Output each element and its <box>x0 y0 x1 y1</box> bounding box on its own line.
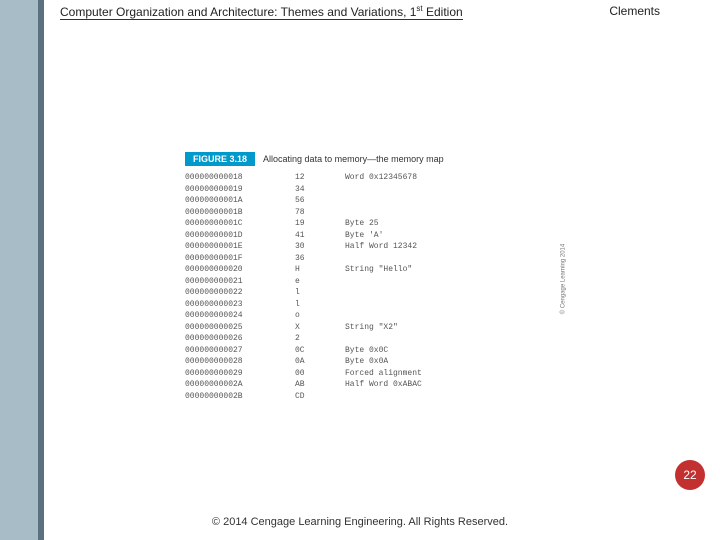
memory-row: 0000000000262 <box>185 333 555 345</box>
memory-value: 0A <box>295 356 345 368</box>
memory-description <box>345 310 555 322</box>
memory-value: 41 <box>295 230 345 242</box>
author-name: Clements <box>609 4 660 18</box>
memory-value: X <box>295 322 345 334</box>
title-part-b: Edition <box>423 5 463 19</box>
memory-description <box>345 207 555 219</box>
memory-row: 0000000000280AByte 0x0A <box>185 356 555 368</box>
memory-value: 36 <box>295 253 345 265</box>
memory-row: 00000000001812Word 0x12345678 <box>185 172 555 184</box>
memory-description <box>345 195 555 207</box>
memory-row: 00000000002BCD <box>185 391 555 403</box>
book-title: Computer Organization and Architecture: … <box>60 5 463 20</box>
memory-address: 000000000026 <box>185 333 295 345</box>
memory-value: 78 <box>295 207 345 219</box>
memory-address: 000000000027 <box>185 345 295 357</box>
memory-value: CD <box>295 391 345 403</box>
memory-value: H <box>295 264 345 276</box>
memory-row: 000000000023l <box>185 299 555 311</box>
memory-address: 000000000021 <box>185 276 295 288</box>
memory-description <box>345 391 555 403</box>
memory-description: Half Word 12342 <box>345 241 555 253</box>
figure-container: FIGURE 3.18 Allocating data to memory—th… <box>185 150 555 402</box>
memory-address: 00000000001C <box>185 218 295 230</box>
memory-row: 000000000021e <box>185 276 555 288</box>
memory-row: 00000000001A56 <box>185 195 555 207</box>
memory-description <box>345 333 555 345</box>
memory-row: 00000000001E30Half Word 12342 <box>185 241 555 253</box>
memory-value: 34 <box>295 184 345 196</box>
figure-credit: © Cengage Learning 2014 <box>560 244 566 314</box>
figure-header: FIGURE 3.18 Allocating data to memory—th… <box>185 150 555 168</box>
memory-description: String "X2" <box>345 322 555 334</box>
title-part-a: Computer Organization and Architecture: … <box>60 5 416 19</box>
memory-address: 000000000020 <box>185 264 295 276</box>
memory-description: String "Hello" <box>345 264 555 276</box>
memory-map-table: 00000000001812Word 0x1234567800000000001… <box>185 172 555 402</box>
memory-row: 0000000000270CByte 0x0C <box>185 345 555 357</box>
memory-description: Byte 'A' <box>345 230 555 242</box>
memory-address: 00000000001F <box>185 253 295 265</box>
figure-number-badge: FIGURE 3.18 <box>185 152 255 166</box>
memory-value: l <box>295 287 345 299</box>
memory-value: AB <box>295 379 345 391</box>
memory-address: 000000000024 <box>185 310 295 322</box>
memory-description: Forced alignment <box>345 368 555 380</box>
memory-row: 000000000022l <box>185 287 555 299</box>
memory-description <box>345 287 555 299</box>
slide-header: Computer Organization and Architecture: … <box>60 4 690 19</box>
memory-address: 00000000002A <box>185 379 295 391</box>
memory-row: 00000000001934 <box>185 184 555 196</box>
memory-address: 000000000018 <box>185 172 295 184</box>
memory-value: 19 <box>295 218 345 230</box>
figure-caption: Allocating data to memory—the memory map <box>263 154 444 164</box>
memory-address: 00000000001E <box>185 241 295 253</box>
memory-value: 56 <box>295 195 345 207</box>
memory-value: o <box>295 310 345 322</box>
memory-description <box>345 184 555 196</box>
memory-row: 00000000002AABHalf Word 0xABAC <box>185 379 555 391</box>
memory-row: 000000000020HString "Hello" <box>185 264 555 276</box>
memory-address: 00000000002B <box>185 391 295 403</box>
memory-description <box>345 253 555 265</box>
memory-address: 000000000019 <box>185 184 295 196</box>
memory-value: 30 <box>295 241 345 253</box>
memory-description <box>345 276 555 288</box>
memory-address: 00000000001D <box>185 230 295 242</box>
memory-address: 000000000029 <box>185 368 295 380</box>
sidebar-accent <box>0 0 44 540</box>
memory-row: 000000000025XString "X2" <box>185 322 555 334</box>
memory-value: 00 <box>295 368 345 380</box>
memory-row: 00000000001D41Byte 'A' <box>185 230 555 242</box>
memory-row: 00000000001C19Byte 25 <box>185 218 555 230</box>
memory-address: 000000000022 <box>185 287 295 299</box>
memory-address: 000000000028 <box>185 356 295 368</box>
memory-description: Half Word 0xABAC <box>345 379 555 391</box>
memory-row: 000000000024o <box>185 310 555 322</box>
memory-row: 00000000002900Forced alignment <box>185 368 555 380</box>
memory-row: 00000000001F36 <box>185 253 555 265</box>
page-number-badge: 22 <box>675 460 705 490</box>
memory-row: 00000000001B78 <box>185 207 555 219</box>
memory-description: Byte 25 <box>345 218 555 230</box>
memory-value: e <box>295 276 345 288</box>
page-number: 22 <box>683 468 696 482</box>
memory-address: 00000000001B <box>185 207 295 219</box>
memory-address: 00000000001A <box>185 195 295 207</box>
memory-value: 0C <box>295 345 345 357</box>
memory-description: Byte 0x0C <box>345 345 555 357</box>
memory-value: l <box>295 299 345 311</box>
memory-description: Word 0x12345678 <box>345 172 555 184</box>
memory-description <box>345 299 555 311</box>
memory-address: 000000000025 <box>185 322 295 334</box>
memory-description: Byte 0x0A <box>345 356 555 368</box>
memory-value: 12 <box>295 172 345 184</box>
memory-address: 000000000023 <box>185 299 295 311</box>
memory-value: 2 <box>295 333 345 345</box>
copyright-footer: © 2014 Cengage Learning Engineering. All… <box>0 516 720 528</box>
